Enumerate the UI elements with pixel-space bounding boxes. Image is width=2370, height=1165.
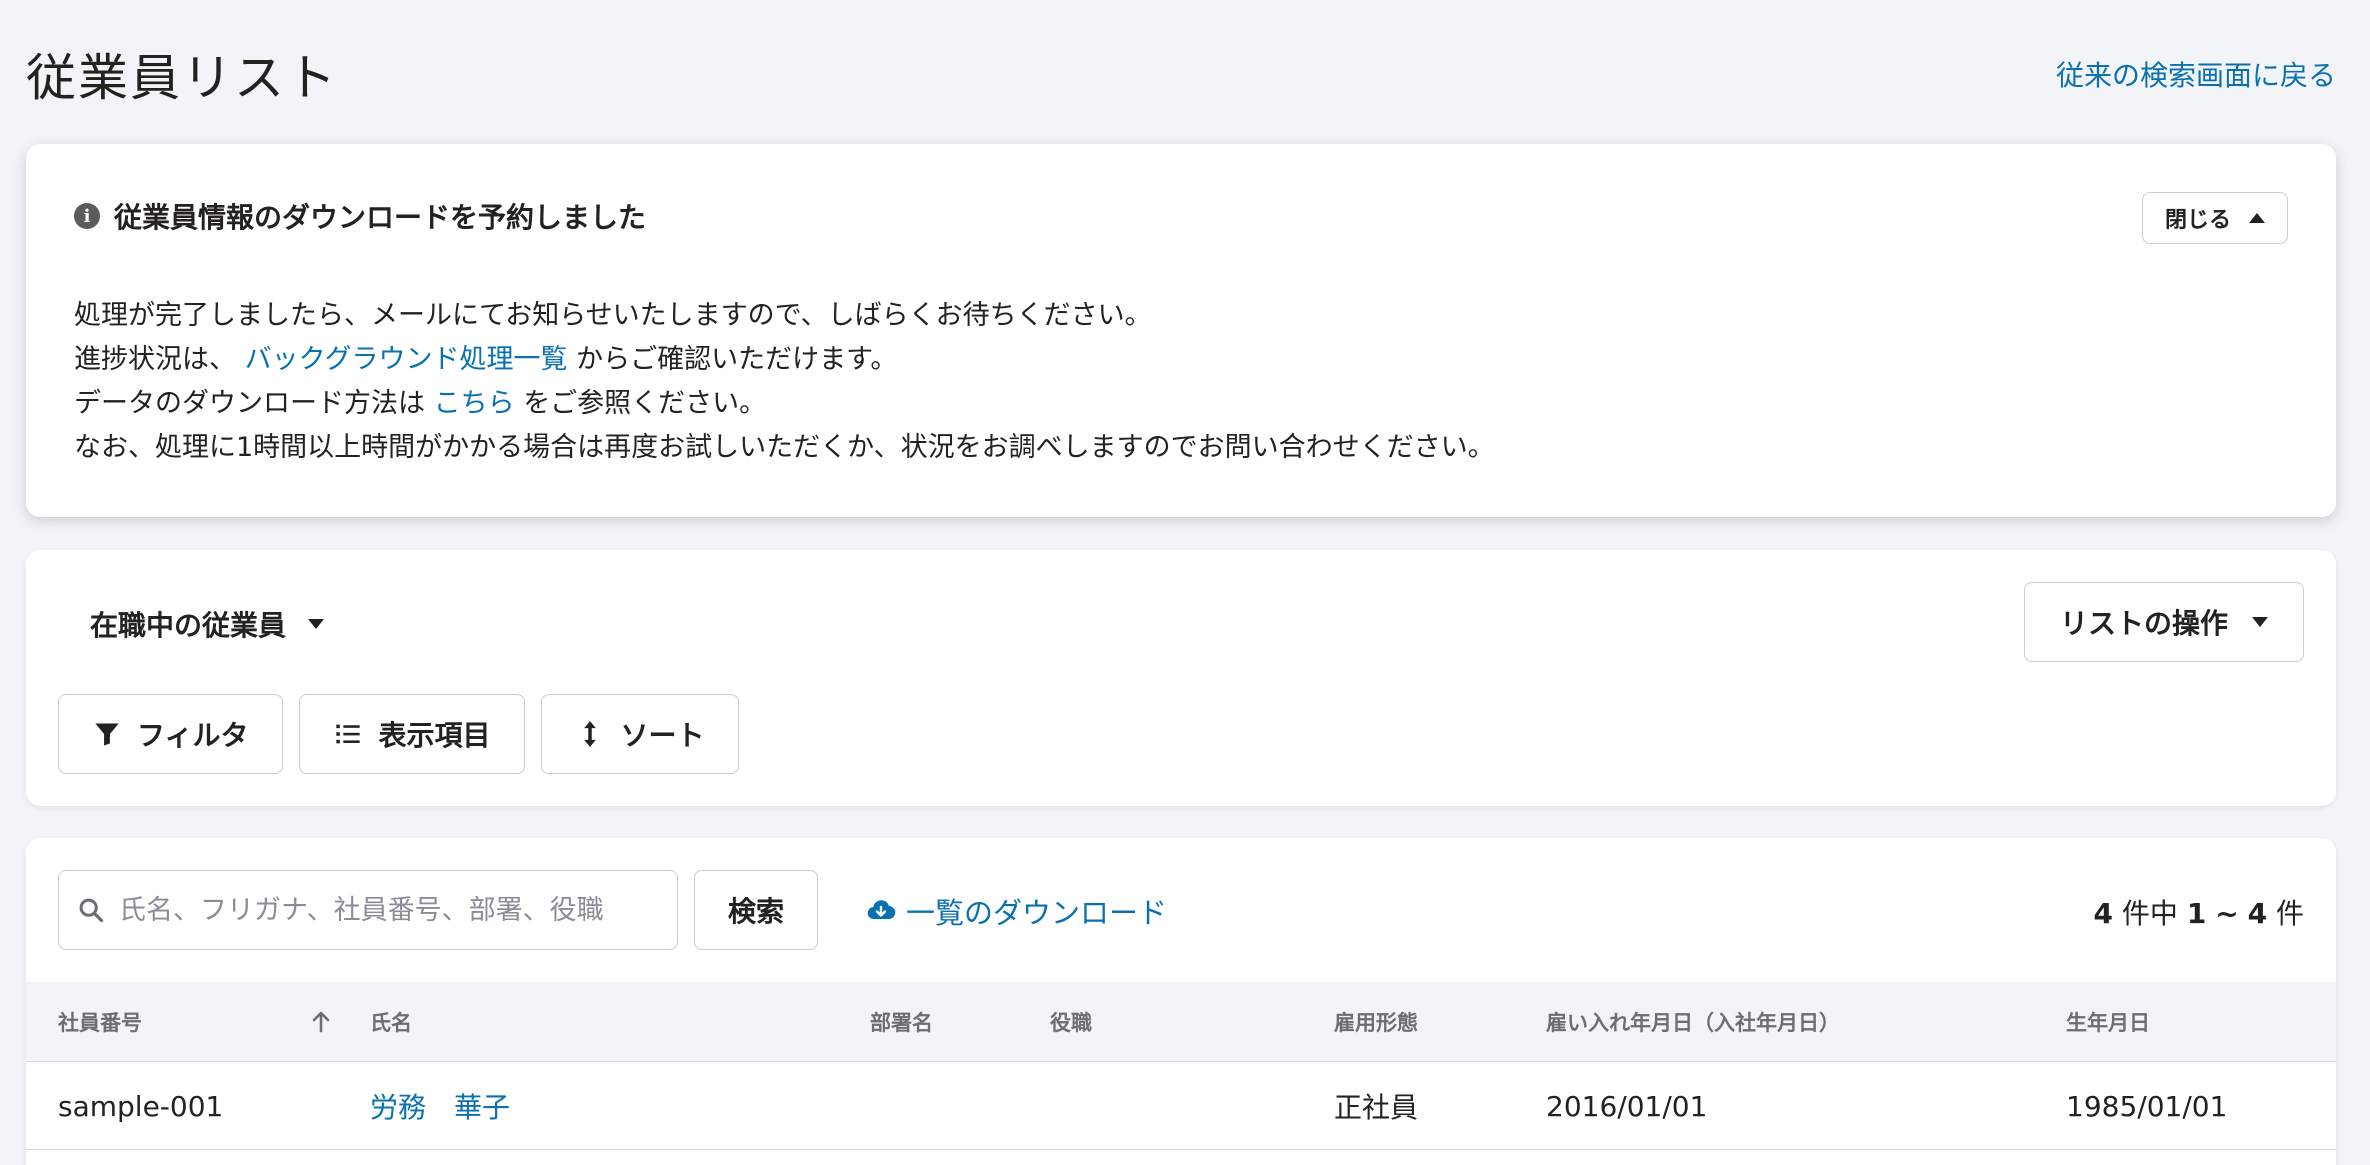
sort-label: ソート (620, 719, 705, 752)
result-count: 4 件中 1 ~ 4 件 (2094, 892, 2304, 932)
cell-employment-type: 正社員 (1334, 1091, 1419, 1124)
notice-line-1: 処理が完了しましたら、メールにてお知らせいたしますので、しばらくお待ちください。 (74, 300, 1152, 331)
notice-line-4: なお、処理に1時間以上時間がかかる場合は再度お試しいただくか、状況をお調べします… (74, 432, 1495, 463)
page-title: 従業員リスト (26, 49, 338, 107)
count-separator: ~ (2215, 897, 2239, 930)
header-name[interactable]: 氏名 (370, 982, 412, 1062)
header-employee-no-label: 社員番号 (58, 1011, 142, 1035)
download-list-label: 一覧のダウンロード (906, 896, 1168, 930)
header-employment-type[interactable]: 雇用形態 (1334, 982, 1418, 1062)
list-controls-card: 在職中の従業員 リストの操作 フィルタ 表示項目 ソート (26, 550, 2336, 806)
download-notice-card: i 従業員情報のダウンロードを予約しました 閉じる 処理が完了しましたら、メール… (26, 144, 2336, 517)
notice-line-3: データのダウンロード方法は こちら をご参照ください。 (74, 382, 1495, 426)
header-department[interactable]: 部署名 (870, 982, 933, 1062)
list-operations-label: リストの操作 (2059, 607, 2228, 640)
list-selector[interactable]: 在職中の従業員 (90, 604, 325, 644)
count-to: 4 (2247, 897, 2268, 930)
cell-employee-name-link[interactable]: 労務 華子 (370, 1062, 510, 1150)
notice-line-3-prefix: データのダウンロード方法は (74, 388, 425, 419)
notice-line-2-prefix: 進捗状況は、 (74, 344, 236, 375)
notice-title: 従業員情報のダウンロードを予約しました (114, 201, 647, 234)
list-operations-button[interactable]: リストの操作 (2024, 582, 2304, 662)
list-icon (336, 724, 361, 744)
download-list-link[interactable]: 一覧のダウンロード (866, 890, 1167, 932)
notice-line-2-suffix: からご確認いただけます。 (576, 344, 898, 375)
notice-line-3-suffix: をご参照ください。 (523, 388, 767, 419)
selected-list-label: 在職中の従業員 (90, 609, 287, 642)
search-icon (79, 898, 104, 923)
filter-label: フィルタ (137, 719, 249, 752)
notice-header: i 従業員情報のダウンロードを予約しました (74, 196, 646, 236)
header-position[interactable]: 役職 (1050, 982, 1092, 1062)
filter-icon (95, 723, 119, 746)
header-hire-date[interactable]: 雇い入れ年月日（入社年月日） (1546, 982, 1840, 1062)
close-notice-button[interactable]: 閉じる (2142, 192, 2288, 244)
toolbar: フィルタ 表示項目 ソート (58, 694, 740, 774)
header-birth-date[interactable]: 生年月日 (2066, 982, 2150, 1062)
notice-line-2: 進捗状況は、 バックグラウンド処理一覧 からご確認いただけます。 (74, 338, 1495, 382)
count-unit: 件 (2275, 897, 2304, 930)
caret-down-icon (2252, 617, 2268, 627)
download-help-link[interactable]: こちら (434, 388, 515, 419)
cell-birth-date: 1985/01/01 (2066, 1089, 2228, 1123)
table-row[interactable]: sample-001 労務 華子 正社員 2016/01/01 1985/01/… (26, 1062, 2336, 1150)
cell-employee-no: sample-001 (58, 1089, 224, 1123)
search-input[interactable] (119, 894, 659, 926)
close-label: 閉じる (2164, 208, 2231, 233)
display-columns-button[interactable]: 表示項目 (299, 694, 526, 774)
caret-up-icon (2249, 213, 2265, 223)
filter-button[interactable]: フィルタ (58, 694, 284, 774)
search-button[interactable]: 検索 (694, 870, 818, 950)
search-box[interactable] (58, 870, 678, 950)
sort-button[interactable]: ソート (541, 694, 740, 774)
employee-table-card: 検索 一覧のダウンロード 4 件中 1 ~ 4 件 社員番号 氏名 部署名 役職… (26, 838, 2336, 1165)
count-from: 1 (2186, 897, 2207, 930)
table-header: 社員番号 氏名 部署名 役職 雇用形態 雇い入れ年月日（入社年月日） 生年月日 (26, 982, 2336, 1062)
notice-body: 処理が完了しましたら、メールにてお知らせいたしますので、しばらくお待ちください。… (74, 294, 1495, 470)
sort-arrows-icon (584, 721, 597, 747)
count-mid: 件中 (2121, 897, 2178, 930)
back-to-legacy-search-link[interactable]: 従来の検索画面に戻る (2056, 54, 2336, 94)
background-jobs-link[interactable]: バックグラウンド処理一覧 (245, 344, 568, 375)
sort-ascending-icon[interactable] (310, 1010, 332, 1034)
cloud-download-icon (867, 900, 896, 920)
header-employee-no[interactable]: 社員番号 (58, 982, 330, 1062)
caret-down-icon (308, 619, 325, 629)
count-total: 4 (2093, 897, 2113, 930)
cell-hire-date: 2016/01/01 (1546, 1089, 1708, 1123)
display-columns-label: 表示項目 (378, 719, 491, 752)
info-icon: i (74, 203, 100, 229)
